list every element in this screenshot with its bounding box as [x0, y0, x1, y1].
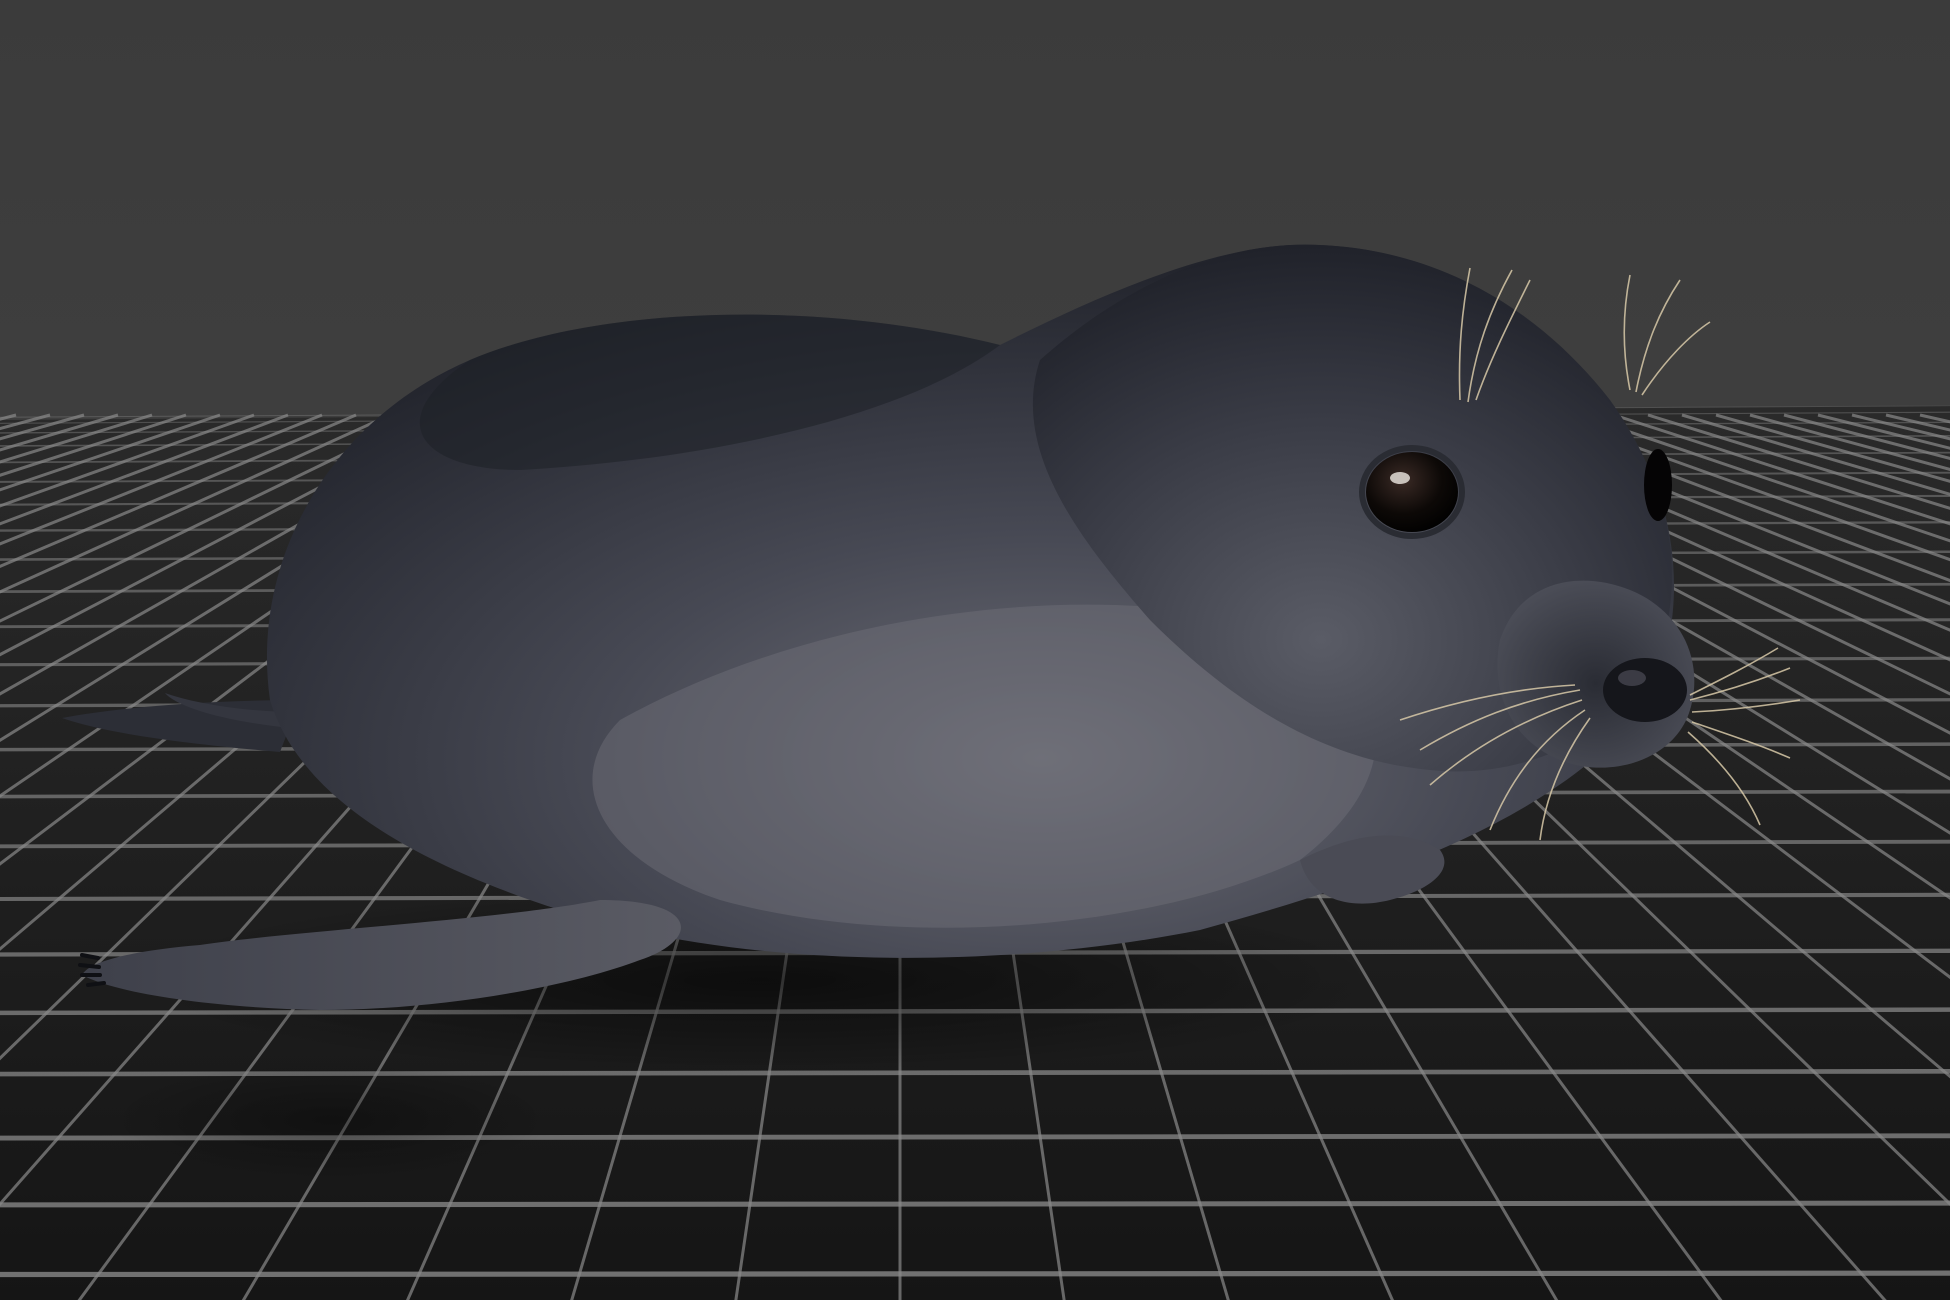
scene-canvas[interactable] [0, 0, 1950, 1300]
seal-eye-left [1366, 452, 1458, 532]
seal-nose-highlight [1618, 670, 1646, 686]
seal-shadow-tail [110, 1060, 550, 1180]
3d-viewport[interactable] [0, 0, 1950, 1300]
grid-line-horizontal [0, 1270, 1950, 1278]
seal-eye-left-highlight [1390, 472, 1410, 484]
seal-nose [1603, 658, 1687, 722]
grid-line-horizontal [0, 1200, 1950, 1208]
seal-eye-right [1644, 449, 1672, 521]
